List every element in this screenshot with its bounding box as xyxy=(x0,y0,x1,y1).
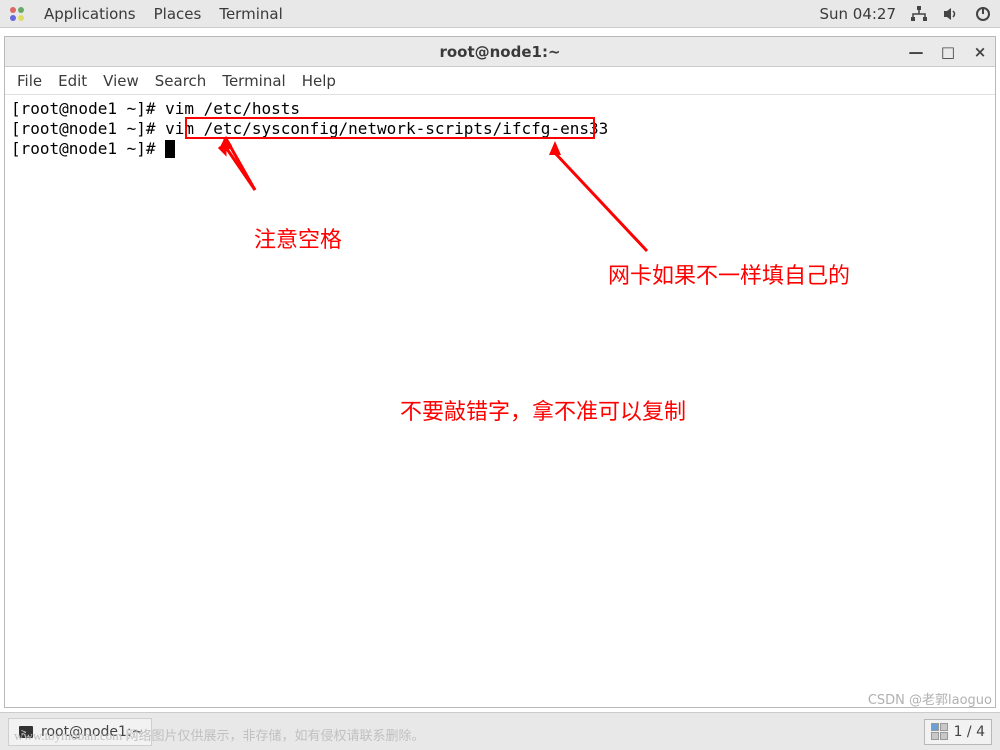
terminal-line-1: [root@node1 ~]# vim /etc/hosts xyxy=(11,99,989,119)
minimize-button[interactable]: — xyxy=(907,43,925,61)
menu-file[interactable]: File xyxy=(17,72,42,90)
annotation-space: 注意空格 xyxy=(254,222,342,254)
window-title: root@node1:~ xyxy=(5,43,995,61)
maximize-button[interactable]: □ xyxy=(939,43,957,61)
terminal-menu[interactable]: Terminal xyxy=(219,5,282,23)
activities-icon[interactable] xyxy=(8,5,26,23)
terminal-line-3: [root@node1 ~]# xyxy=(11,139,989,159)
annotation-typo: 不要敲错字，拿不准可以复制 xyxy=(400,394,686,426)
watermark-footer: www.toymoban.com 网络图片仅供展示，非存储，如有侵权请联系删除。 xyxy=(14,725,424,744)
menu-bar: File Edit View Search Terminal Help xyxy=(5,67,995,95)
network-icon[interactable] xyxy=(910,5,928,23)
cursor-block xyxy=(165,140,175,158)
menu-search[interactable]: Search xyxy=(155,72,207,90)
places-menu[interactable]: Places xyxy=(154,5,202,23)
clock[interactable]: Sun 04:27 xyxy=(819,5,896,23)
workspace-grid-icon xyxy=(931,723,948,740)
menu-view[interactable]: View xyxy=(103,72,139,90)
menu-help[interactable]: Help xyxy=(302,72,336,90)
workspace-switcher[interactable]: 1 / 4 xyxy=(924,719,992,745)
highlight-box xyxy=(185,117,595,139)
annotation-nic: 网卡如果不一样填自己的 xyxy=(608,258,850,290)
volume-icon[interactable] xyxy=(942,5,960,23)
titlebar[interactable]: root@node1:~ — □ × xyxy=(5,37,995,67)
terminal-window: root@node1:~ — □ × File Edit View Search… xyxy=(4,36,996,708)
menu-edit[interactable]: Edit xyxy=(58,72,87,90)
power-icon[interactable] xyxy=(974,5,992,23)
top-panel: Applications Places Terminal Sun 04:27 xyxy=(0,0,1000,28)
menu-terminal[interactable]: Terminal xyxy=(222,72,285,90)
close-button[interactable]: × xyxy=(971,43,989,61)
workspace-label: 1 / 4 xyxy=(954,724,985,740)
watermark-csdn: CSDN @老郭laoguo xyxy=(868,689,992,708)
applications-menu[interactable]: Applications xyxy=(44,5,136,23)
